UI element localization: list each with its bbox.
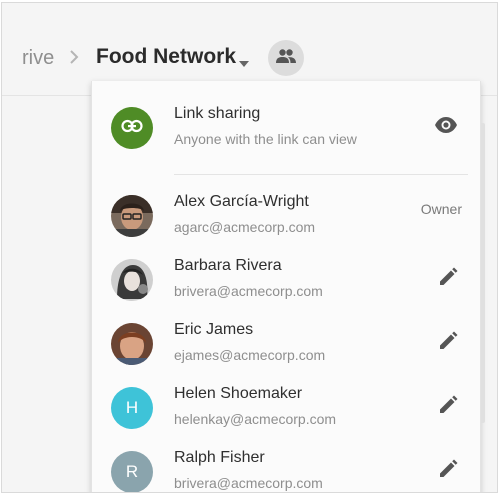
avatar-initial: H	[125, 398, 139, 417]
link-sharing-avatar	[111, 107, 153, 149]
drive-window: rive Food Network Link sharing Anyone wi…	[1, 2, 498, 493]
person-email: agarc@acmecorp.com	[174, 219, 316, 235]
person-email: brivera@acmecorp.com	[174, 475, 323, 491]
pencil-icon[interactable]	[438, 267, 458, 292]
avatar-initial: R	[125, 462, 139, 481]
share-people-button[interactable]	[268, 40, 304, 76]
avatar	[111, 323, 153, 365]
person-email: helenkay@acmecorp.com	[174, 411, 337, 427]
people-icon	[275, 48, 297, 69]
sharing-panel: Link sharing Anyone with the link can vi…	[91, 81, 481, 492]
person-email: ejames@acmecorp.com	[174, 347, 326, 363]
person-row-barbara[interactable]: Barbara Rivera brivera@acmecorp.com	[92, 255, 480, 311]
pencil-icon[interactable]	[438, 459, 458, 484]
person-row-helen[interactable]: H Helen Shoemaker helenkay@acmecorp.com	[92, 383, 480, 439]
person-name: Helen Shoemaker	[174, 385, 303, 402]
pencil-icon[interactable]	[438, 395, 458, 420]
link-sharing-row[interactable]: Link sharing Anyone with the link can vi…	[92, 103, 480, 159]
breadcrumb-previous[interactable]: rive	[22, 47, 54, 70]
person-name: Barbara Rivera	[174, 257, 282, 274]
avatar	[111, 259, 153, 301]
pencil-icon[interactable]	[438, 331, 458, 356]
person-role: Owner	[420, 201, 462, 217]
avatar: H	[111, 387, 153, 429]
person-name: Alex García-Wright	[174, 193, 309, 210]
caret-down-icon[interactable]	[238, 55, 250, 73]
person-name: Eric James	[174, 321, 254, 338]
avatar	[111, 195, 153, 237]
person-row-eric[interactable]: Eric James ejames@acmecorp.com	[92, 319, 480, 375]
person-name: Ralph Fisher	[174, 449, 265, 466]
person-row-ralph[interactable]: R Ralph Fisher brivera@acmecorp.com	[92, 447, 480, 492]
person-row-alex[interactable]: Alex García-Wright agarc@acmecorp.com Ow…	[92, 191, 480, 247]
link-sharing-title: Link sharing	[174, 105, 261, 122]
chevron-right-icon	[68, 49, 80, 70]
link-icon	[121, 119, 143, 138]
breadcrumb-current[interactable]: Food Network	[96, 45, 236, 69]
eye-icon[interactable]	[434, 117, 458, 138]
scrollbar[interactable]	[481, 123, 485, 423]
person-email: brivera@acmecorp.com	[174, 283, 323, 299]
divider	[174, 174, 468, 175]
link-sharing-subtitle: Anyone with the link can view	[174, 131, 357, 147]
avatar: R	[111, 451, 153, 492]
